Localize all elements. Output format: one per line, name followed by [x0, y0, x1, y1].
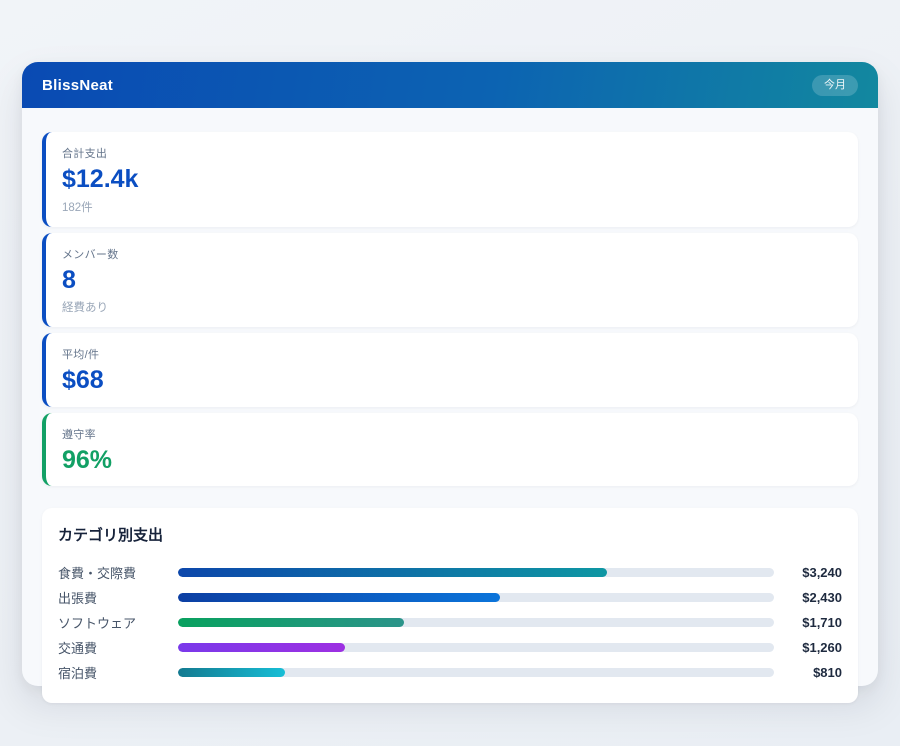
- stat-card: 遵守率 96%: [42, 413, 858, 487]
- category-row: ソフトウェア $1,710: [58, 610, 842, 635]
- category-value: $3,240: [784, 565, 842, 580]
- category-bar-fill: [178, 643, 345, 652]
- stat-card-list: 合計支出 $12.4k 182件メンバー数 8 経費あり平均/件 $68 遵守率 96%: [42, 132, 858, 486]
- category-row: 交通費 $1,260: [58, 635, 842, 660]
- category-label: ソフトウェア: [58, 613, 178, 632]
- stat-card: 平均/件 $68: [42, 333, 858, 407]
- category-bar-fill: [178, 568, 607, 577]
- category-bar-track: [178, 643, 774, 652]
- category-label: 出張費: [58, 588, 178, 607]
- category-value: $1,710: [784, 615, 842, 630]
- category-bar-track: [178, 618, 774, 627]
- category-value: $1,260: [784, 640, 842, 655]
- category-label: 宿泊費: [58, 663, 178, 682]
- stat-card: メンバー数 8 経費あり: [42, 233, 858, 328]
- stat-label: 平均/件: [62, 346, 842, 362]
- category-row-list: 食費・交際費 $3,240 出張費 $2,430 ソフトウェア $1,710 交通費 $1,2…: [58, 560, 842, 685]
- category-card-title: カテゴリ別支出: [58, 524, 842, 545]
- dashboard-content: 合計支出 $12.4k 182件メンバー数 8 経費あり平均/件 $68 遵守率 96% カテ…: [22, 108, 878, 703]
- category-bar-fill: [178, 668, 285, 677]
- app-header: BlissNeat 今月: [22, 62, 878, 108]
- category-value: $810: [784, 665, 842, 680]
- stat-label: メンバー数: [62, 246, 842, 262]
- category-value: $2,430: [784, 590, 842, 605]
- period-badge[interactable]: 今月: [812, 75, 858, 96]
- category-row: 出張費 $2,430: [58, 585, 842, 610]
- category-bar-track: [178, 668, 774, 677]
- category-label: 交通費: [58, 638, 178, 657]
- stat-label: 遵守率: [62, 426, 842, 442]
- stat-value: 96%: [62, 447, 842, 475]
- stat-value: $68: [62, 367, 842, 395]
- stat-sub: 経費あり: [62, 299, 842, 315]
- category-breakdown-card: カテゴリ別支出 食費・交際費 $3,240 出張費 $2,430 ソフトウェア $1,71…: [42, 508, 858, 703]
- category-bar-fill: [178, 618, 404, 627]
- category-bar-track: [178, 568, 774, 577]
- category-row: 食費・交際費 $3,240: [58, 560, 842, 585]
- dashboard-panel: BlissNeat 今月 合計支出 $12.4k 182件メンバー数 8 経費あり平均/…: [22, 62, 878, 686]
- stat-label: 合計支出: [62, 145, 842, 161]
- stat-card: 合計支出 $12.4k 182件: [42, 132, 858, 227]
- stat-value: $12.4k: [62, 166, 842, 194]
- category-bar-track: [178, 593, 774, 602]
- stat-value: 8: [62, 267, 842, 295]
- app-title: BlissNeat: [42, 77, 113, 94]
- category-row: 宿泊費 $810: [58, 660, 842, 685]
- category-bar-fill: [178, 593, 500, 602]
- stat-sub: 182件: [62, 199, 842, 215]
- category-label: 食費・交際費: [58, 563, 178, 582]
